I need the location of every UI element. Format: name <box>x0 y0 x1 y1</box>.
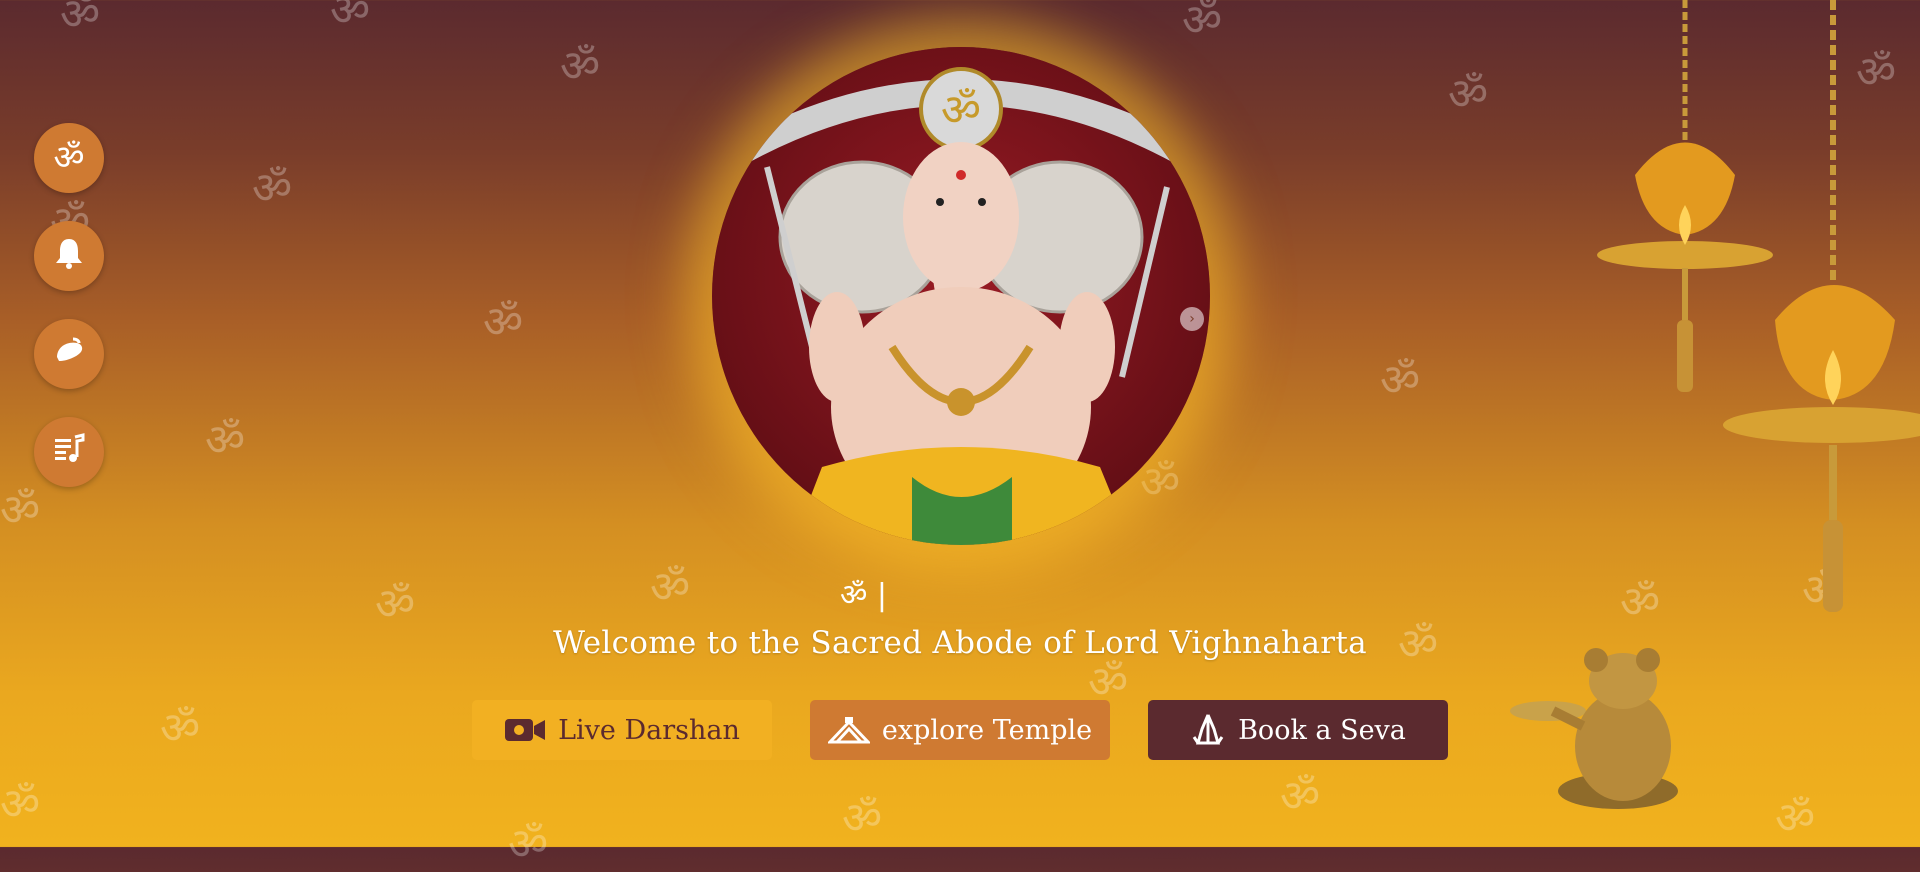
om-watermark: ॐ <box>60 0 101 40</box>
side-button-bell[interactable] <box>34 221 104 291</box>
om-watermark: ॐ <box>650 562 691 613</box>
book-seva-label: Book a Seva <box>1238 714 1406 746</box>
om-watermark: ॐ <box>560 41 601 92</box>
om-watermark: ॐ <box>0 485 41 536</box>
side-button-om[interactable]: ॐ <box>34 123 104 193</box>
om-watermark: ॐ <box>160 703 201 754</box>
conch-icon <box>51 333 87 375</box>
bell-icon <box>51 235 87 277</box>
hanging-diya-lamp-right <box>1705 0 1920 624</box>
live-darshan-button[interactable]: Live Darshan <box>472 700 772 760</box>
om-watermark: ॐ <box>252 163 293 214</box>
welcome-heading: Welcome to the Sacred Abode of Lord Vigh… <box>553 625 1367 661</box>
carousel-next-button[interactable]: › <box>1180 307 1204 331</box>
om-watermark: ॐ <box>330 0 371 36</box>
om-icon: ॐ <box>53 138 85 178</box>
ganesha-idol-image: ॐ <box>712 47 1210 545</box>
om-watermark: ॐ <box>1280 771 1321 822</box>
side-button-music[interactable] <box>34 417 104 487</box>
om-watermark: ॐ <box>375 579 416 630</box>
om-watermark: ॐ <box>1448 69 1489 120</box>
om-watermark: ॐ <box>842 793 883 844</box>
chevron-right-icon: › <box>1189 311 1195 327</box>
temple-icon <box>827 716 870 744</box>
side-button-conch[interactable] <box>34 319 104 389</box>
om-watermark: ॐ <box>0 779 41 830</box>
explore-temple-button[interactable]: explore Temple <box>810 700 1110 760</box>
om-watermark: ॐ <box>1182 0 1223 46</box>
side-rail: ॐ <box>34 123 104 487</box>
svg-text:ॐ: ॐ <box>941 85 981 136</box>
explore-temple-label: explore Temple <box>881 714 1093 746</box>
book-seva-button[interactable]: Book a Seva <box>1148 700 1448 760</box>
mantra-line: ॐ | <box>840 578 888 613</box>
om-watermark: ॐ <box>508 819 549 870</box>
mushak-figurine <box>1508 646 1698 820</box>
om-watermark: ॐ <box>483 297 524 348</box>
live-darshan-label: Live Darshan <box>558 714 740 746</box>
om-watermark: ॐ <box>1620 577 1661 628</box>
music-playlist-icon <box>51 431 87 473</box>
om-watermark: ॐ <box>205 415 246 466</box>
om-watermark: ॐ <box>1380 355 1421 406</box>
praying-hands-icon <box>1190 713 1226 747</box>
video-camera-icon <box>504 716 546 744</box>
om-watermark: ॐ <box>1775 793 1816 844</box>
